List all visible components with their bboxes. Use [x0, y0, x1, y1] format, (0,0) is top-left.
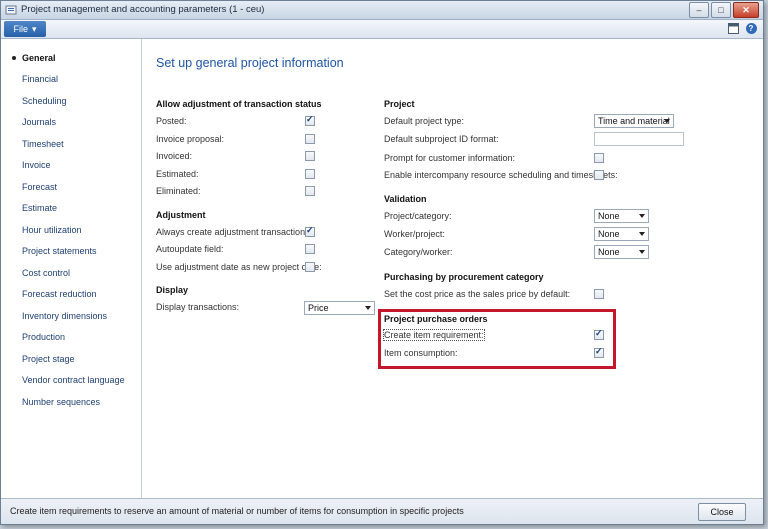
sidebar-item-forecast-reduction[interactable]: Forecast reduction	[22, 289, 97, 299]
use-adjustment-date-checkbox[interactable]	[305, 262, 315, 272]
prompt-customer-info-label: Prompt for customer information:	[384, 153, 516, 163]
main-content: Set up general project information Allow…	[142, 39, 763, 498]
category-worker-label: Category/worker:	[384, 247, 453, 257]
default-project-type-label: Default project type:	[384, 116, 465, 126]
estimated-checkbox[interactable]	[305, 169, 315, 179]
window-close-button[interactable]: ✕	[733, 2, 759, 18]
prompt-customer-info-checkbox[interactable]	[594, 153, 604, 163]
autoupdate-field-label: Autoupdate field:	[156, 244, 224, 254]
display-transactions-label: Display transactions:	[156, 302, 240, 312]
eliminated-label: Eliminated:	[156, 186, 201, 196]
menu-bar: File ▾ ?	[1, 20, 763, 39]
default-project-type-select[interactable]: Time and material	[594, 114, 674, 128]
sidebar-item-general[interactable]: General	[22, 53, 56, 63]
display-transactions-select[interactable]: Price	[304, 301, 375, 315]
posted-checkbox[interactable]	[305, 114, 315, 126]
cost-price-default-checkbox[interactable]	[594, 289, 604, 299]
cost-price-default-label: Set the cost price as the sales price by…	[384, 289, 571, 299]
sidebar: General Financial Scheduling Journals Ti…	[1, 39, 142, 498]
sidebar-item-forecast[interactable]: Forecast	[22, 182, 57, 192]
maximize-button[interactable]: □	[711, 2, 731, 18]
close-button[interactable]: Close	[698, 503, 746, 521]
enable-intercompany-checkbox[interactable]	[594, 170, 604, 180]
dropdown-arrow-icon	[664, 119, 670, 123]
worker-project-label: Worker/project:	[384, 229, 445, 239]
project-section-title: Project	[384, 99, 415, 109]
chevron-down-icon: ▾	[31, 23, 37, 34]
display-title: Display	[156, 285, 189, 295]
default-subproject-id-input[interactable]	[594, 132, 684, 146]
sidebar-item-hour-utilization[interactable]: Hour utilization	[22, 225, 82, 235]
validation-title: Validation	[384, 194, 427, 204]
help-icon[interactable]: ?	[745, 22, 757, 34]
active-bullet-icon	[12, 56, 16, 60]
invoice-proposal-label: Invoice proposal:	[156, 134, 225, 144]
enable-intercompany-label: Enable intercompany resource scheduling …	[384, 170, 618, 180]
use-adjustment-date-label: Use adjustment date as new project date:	[156, 262, 322, 272]
display-transactions-value: Price	[308, 303, 329, 313]
dropdown-arrow-icon	[639, 232, 645, 236]
category-worker-value: None	[598, 247, 620, 257]
worker-project-select[interactable]: None	[594, 227, 649, 241]
file-menu-button[interactable]: File ▾	[4, 21, 46, 37]
sidebar-item-invoice[interactable]: Invoice	[22, 160, 51, 170]
purchasing-title: Purchasing by procurement category	[384, 272, 544, 282]
sidebar-item-estimate[interactable]: Estimate	[22, 203, 57, 213]
dropdown-arrow-icon	[639, 214, 645, 218]
invoiced-label: Invoiced:	[156, 151, 193, 161]
sidebar-item-production[interactable]: Production	[22, 332, 65, 342]
dropdown-arrow-icon	[365, 306, 371, 310]
category-worker-select[interactable]: None	[594, 245, 649, 259]
sidebar-item-scheduling[interactable]: Scheduling	[22, 96, 67, 106]
always-create-adjustment-label: Always create adjustment transaction:	[156, 227, 308, 237]
layout-icon[interactable]	[727, 22, 739, 34]
always-create-adjustment-checkbox[interactable]	[305, 225, 315, 237]
invoice-proposal-checkbox[interactable]	[305, 134, 315, 144]
sidebar-item-cost-control[interactable]: Cost control	[22, 268, 70, 278]
app-icon	[5, 5, 17, 15]
page-title: Set up general project information	[156, 56, 344, 70]
worker-project-value: None	[598, 229, 620, 239]
sidebar-item-financial[interactable]: Financial	[22, 74, 58, 84]
title-bar: Project management and accounting parame…	[1, 1, 763, 20]
adjustment-title: Adjustment	[156, 210, 206, 220]
eliminated-checkbox[interactable]	[305, 186, 315, 196]
default-project-type-value: Time and material	[598, 116, 670, 126]
minimize-button[interactable]: –	[689, 2, 709, 18]
window-title: Project management and accounting parame…	[21, 4, 265, 15]
sidebar-item-number-sequences[interactable]: Number sequences	[22, 397, 100, 407]
project-category-label: Project/category:	[384, 211, 452, 221]
status-text: Create item requirements to reserve an a…	[10, 506, 464, 516]
highlight-annotation	[378, 309, 616, 369]
estimated-label: Estimated:	[156, 169, 199, 179]
sidebar-item-journals[interactable]: Journals	[22, 117, 56, 127]
sidebar-item-inventory-dimensions[interactable]: Inventory dimensions	[22, 311, 107, 321]
file-menu-label: File	[13, 24, 28, 34]
project-category-value: None	[598, 211, 620, 221]
project-category-select[interactable]: None	[594, 209, 649, 223]
autoupdate-field-checkbox[interactable]	[305, 244, 315, 254]
sidebar-item-project-stage[interactable]: Project stage	[22, 354, 75, 364]
default-subproject-id-label: Default subproject ID format:	[384, 134, 499, 144]
dropdown-arrow-icon	[639, 250, 645, 254]
status-bar: Create item requirements to reserve an a…	[1, 498, 763, 524]
invoiced-checkbox[interactable]	[305, 151, 315, 161]
parameters-window: Project management and accounting parame…	[0, 0, 764, 525]
allow-adjustment-title: Allow adjustment of transaction status	[156, 99, 322, 109]
sidebar-item-vendor-contract-language[interactable]: Vendor contract language	[22, 375, 125, 385]
posted-label: Posted:	[156, 116, 187, 126]
sidebar-item-project-statements[interactable]: Project statements	[22, 246, 97, 256]
sidebar-item-timesheet[interactable]: Timesheet	[22, 139, 64, 149]
